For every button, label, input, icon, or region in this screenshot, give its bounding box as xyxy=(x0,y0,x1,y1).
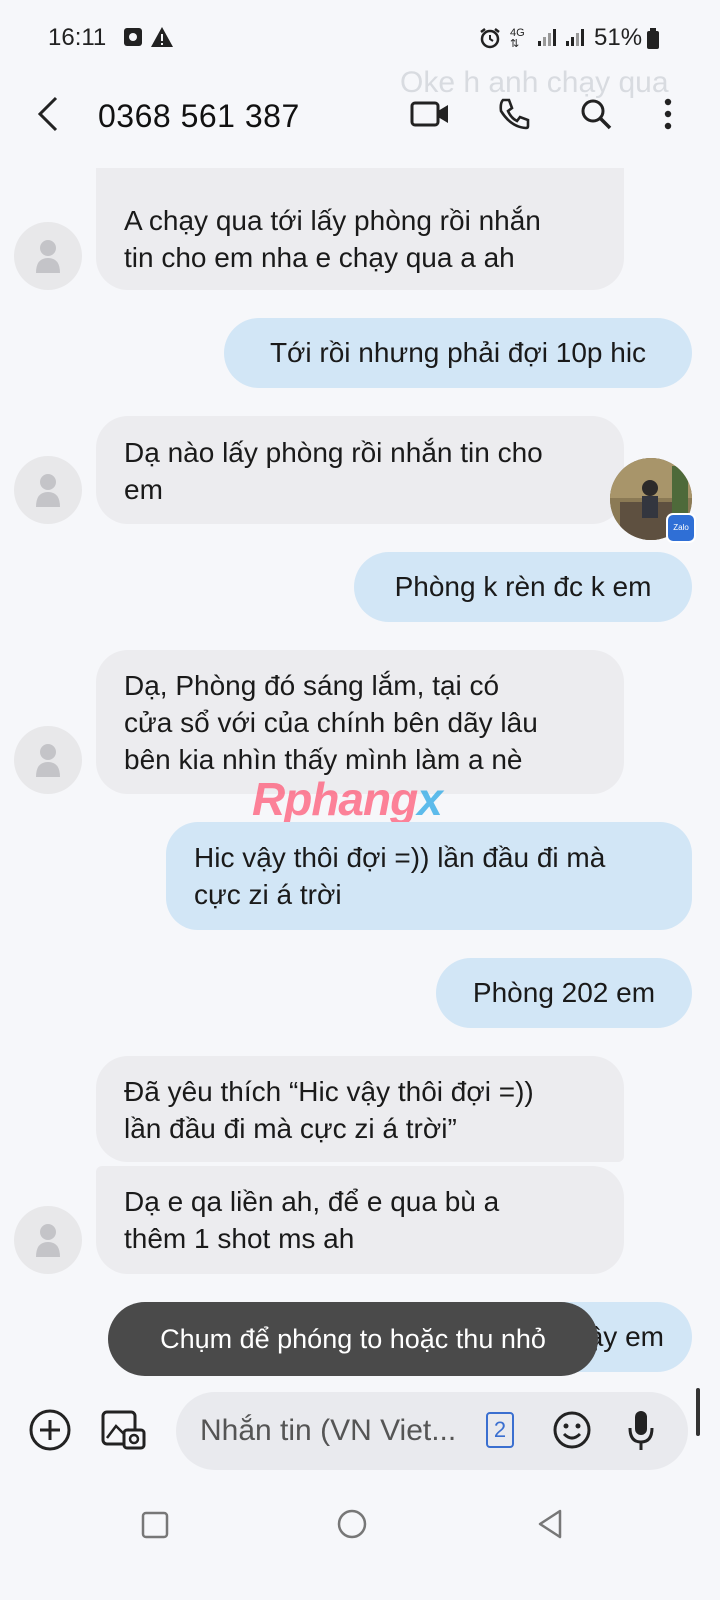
home-button[interactable] xyxy=(336,1508,368,1540)
add-icon xyxy=(29,1409,71,1451)
more-options-button[interactable] xyxy=(646,92,690,136)
more-icon xyxy=(664,98,672,130)
nav-back-button[interactable] xyxy=(536,1508,564,1540)
contact-avatar[interactable] xyxy=(14,726,82,794)
battery-percent: 51% xyxy=(594,24,643,51)
person-icon xyxy=(36,1224,60,1257)
warning-icon xyxy=(150,26,173,48)
message-input-placeholder: Nhắn tin (VN Viet... xyxy=(200,1414,457,1447)
signal-2-icon xyxy=(564,26,586,48)
message-bubble-incoming[interactable]: A chạy qua tới lấy phòng rồi nhắn tin ch… xyxy=(96,168,624,290)
sim-selector-icon[interactable]: 2 xyxy=(486,1412,514,1448)
message-bubble-incoming[interactable]: Đã yêu thích “Hic vậy thôi đợi =)) lần đ… xyxy=(96,1056,624,1162)
message-bubble-outgoing[interactable]: Tới rồi nhưng phải đợi 10p hic xyxy=(224,318,692,388)
zalo-badge-icon: Zalo xyxy=(666,513,696,543)
message-bubble-outgoing[interactable]: Phòng k rèn đc k em xyxy=(354,552,692,622)
add-attachment-button[interactable] xyxy=(28,1408,72,1452)
gallery-button[interactable] xyxy=(100,1406,146,1452)
person-icon xyxy=(36,240,60,273)
call-button[interactable] xyxy=(492,92,536,136)
phone-icon xyxy=(499,98,530,130)
back-nav-icon xyxy=(538,1509,562,1539)
person-icon xyxy=(36,474,60,507)
mic-icon xyxy=(628,1411,654,1450)
contact-avatar[interactable] xyxy=(14,456,82,524)
recents-icon xyxy=(141,1511,169,1539)
scrollbar[interactable] xyxy=(696,1388,700,1436)
contact-avatar[interactable] xyxy=(14,1206,82,1274)
back-button[interactable] xyxy=(26,92,70,136)
back-icon xyxy=(37,96,58,132)
search-button[interactable] xyxy=(574,92,618,136)
message-bubble-outgoing[interactable]: Hic vậy thôi đợi =)) lần đầu đi mà cực z… xyxy=(166,822,692,930)
signal-1-icon xyxy=(536,26,558,48)
status-time: 16:11 xyxy=(48,24,107,51)
network-4g-icon: 4G ⇅ xyxy=(510,27,525,50)
message-bubble-incoming[interactable]: Dạ e qa liền ah, để e qua bù a thêm 1 sh… xyxy=(96,1166,624,1274)
voice-input-button[interactable] xyxy=(626,1408,656,1452)
gallery-icon xyxy=(101,1410,146,1450)
contact-avatar[interactable] xyxy=(14,222,82,290)
search-icon xyxy=(581,99,612,130)
video-call-button[interactable] xyxy=(408,92,452,136)
watermark-logo: Rphangx xyxy=(252,773,443,825)
emoji-button[interactable] xyxy=(552,1410,592,1450)
notification-icon xyxy=(122,26,144,48)
zoom-hint-toast: Chụm để phóng to hoặc thu nhỏ xyxy=(108,1302,598,1376)
contact-title[interactable]: 0368 561 387 xyxy=(98,98,300,135)
message-bubble-incoming[interactable]: Dạ nào lấy phòng rồi nhắn tin cho em xyxy=(96,416,624,524)
battery-icon xyxy=(646,28,668,50)
message-bubble-outgoing[interactable]: Phòng 202 em xyxy=(436,958,692,1028)
video-call-icon xyxy=(410,101,448,127)
alarm-icon xyxy=(478,26,500,49)
emoji-icon xyxy=(553,1411,591,1449)
person-icon xyxy=(36,744,60,777)
home-icon xyxy=(337,1509,367,1539)
recents-button[interactable] xyxy=(140,1510,170,1540)
